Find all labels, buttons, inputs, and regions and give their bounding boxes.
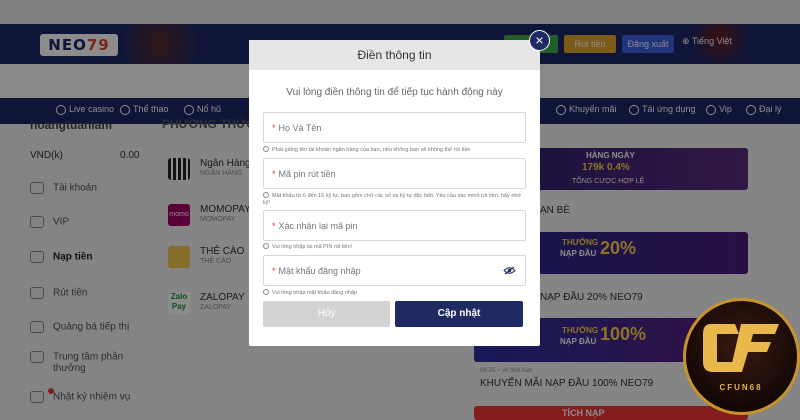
modal-title: Điền thông tin xyxy=(249,40,540,70)
hint-text: Vui lòng nhập mật khẩu đăng nhập xyxy=(272,290,358,296)
full-name-field[interactable]: * Họ Và Tên xyxy=(263,112,526,143)
placeholder-text: Mã pin rút tiền xyxy=(278,169,336,179)
info-modal: Điền thông tin Vui lòng điền thông tin đ… xyxy=(249,40,540,346)
login-password-field[interactable]: * Mật khẩu đăng nhập xyxy=(263,255,526,286)
modal-subtitle: Vui lòng điền thông tin để tiếp tục hành… xyxy=(286,87,503,98)
field-placeholder: * Xác nhận lại mã pin xyxy=(272,221,358,231)
required-marker: * xyxy=(272,221,276,231)
required-marker: * xyxy=(272,169,276,179)
info-icon xyxy=(263,146,269,152)
field-placeholder: * Họ Và Tên xyxy=(272,123,321,133)
field-placeholder: * Mật khẩu đăng nhập xyxy=(272,266,361,276)
watermark-monogram-icon xyxy=(703,324,779,372)
field-hint: Vui lòng nhập mật khẩu đăng nhập xyxy=(263,289,528,297)
placeholder-text: Mật khẩu đăng nhập xyxy=(278,266,361,276)
placeholder-text: Họ Và Tên xyxy=(278,123,322,133)
info-icon xyxy=(263,243,269,249)
close-icon[interactable]: × xyxy=(529,30,550,51)
field-hint: Phải giống tên tài khoản ngân hàng của b… xyxy=(263,146,528,154)
field-hint: Vui lòng nhập lại mã PIN rút tiền! xyxy=(263,243,528,251)
hint-text: Vui lòng nhập lại mã PIN rút tiền! xyxy=(272,244,353,250)
cancel-button[interactable]: Hủy xyxy=(263,301,390,327)
confirm-pin-field[interactable]: * Xác nhận lại mã pin xyxy=(263,210,526,241)
required-marker: * xyxy=(272,266,276,276)
required-marker: * xyxy=(272,123,276,133)
withdraw-pin-field[interactable]: * Mã pin rút tiền xyxy=(263,158,526,189)
update-button[interactable]: Cập nhật xyxy=(395,301,523,327)
info-icon xyxy=(263,192,269,198)
watermark-text: CFUN68 xyxy=(719,383,763,392)
hint-text: Mật khẩu từ 6 đến 16 ký tự, bao gồm chữ … xyxy=(263,193,522,206)
placeholder-text: Xác nhận lại mã pin xyxy=(278,221,358,231)
info-icon xyxy=(263,289,269,295)
hide-password-icon[interactable] xyxy=(503,266,516,275)
field-placeholder: * Mã pin rút tiền xyxy=(272,169,336,179)
field-hint: Mật khẩu từ 6 đến 16 ký tự, bao gồm chữ … xyxy=(263,192,528,207)
hint-text: Phải giống tên tài khoản ngân hàng của b… xyxy=(272,147,471,153)
